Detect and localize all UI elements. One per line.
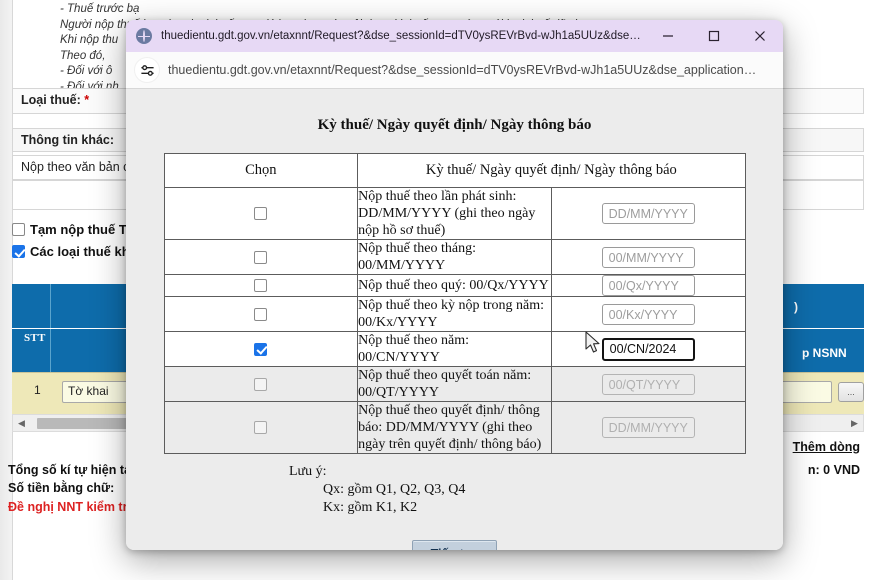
nop-theo-van-ban-text: Nộp theo văn bản c <box>21 160 130 174</box>
modal-heading: Kỳ thuế/ Ngày quyết định/ Ngày thông báo <box>317 117 592 133</box>
them-dong-link[interactable]: Thêm dòng <box>793 440 860 454</box>
checkbox-checked-icon[interactable] <box>12 245 25 258</box>
globe-favicon-icon <box>136 28 152 44</box>
window-title-bar[interactable]: thuedientu.gdt.gov.vn/etaxnnt/Request?&d… <box>126 20 783 52</box>
notes-line-kx: Kx: gồm K1, K2 <box>323 500 418 515</box>
tax-period-table: Chọn Kỳ thuế/ Ngày quyết định/ Ngày thôn… <box>163 153 746 454</box>
table-row[interactable]: Nộp thuế theo quý: 00/Qx/YYYY 00/Qx/YYYY <box>163 274 746 297</box>
table-row[interactable]: Nộp thuế theo quyết định/ thông báo: DD/… <box>163 401 746 454</box>
mouse-cursor-icon <box>585 331 600 353</box>
table-row[interactable]: Nộp thuế theo lần phát sinh: DD/MM/YYYY … <box>163 187 746 240</box>
grid-column-stt: STT <box>24 332 46 344</box>
date-input-quyet-dinh-thong-bao[interactable]: DD/MM/YYYY <box>601 417 695 438</box>
row-select-cell[interactable] <box>163 274 359 297</box>
checkbox-tam-nop-thue-tncn[interactable]: Tạm nộp thuế TN <box>12 222 136 237</box>
th-chon: Chọn <box>163 153 359 188</box>
row-description: Nộp thuế theo tháng: 00/MM/YYYY <box>357 239 552 275</box>
table-row[interactable]: Nộp thuế theo quyết toán năm: 00/QT/YYYY… <box>163 366 746 402</box>
notes-line-qx: Qx: gồm Q1, Q2, Q3, Q4 <box>323 482 466 497</box>
checkbox-unchecked-icon[interactable] <box>12 223 25 236</box>
close-icon <box>755 31 765 41</box>
row-checkbox-quyet-toan-nam[interactable] <box>254 377 268 391</box>
thong-tin-khac-label: Thông tin khác: <box>21 133 115 147</box>
maximize-icon <box>708 30 720 42</box>
scroll-right-arrow-icon[interactable]: ▶ <box>849 418 860 429</box>
row-select-cell[interactable] <box>163 331 359 367</box>
modal-content-area: Kỳ thuế/ Ngày quyết định/ Ngày thông báo… <box>126 89 783 550</box>
scroll-left-arrow-icon[interactable]: ◀ <box>16 418 27 429</box>
row-select-cell[interactable] <box>163 187 359 240</box>
required-marker: * <box>84 93 90 107</box>
row-description: Nộp thuế theo quyết định/ thông báo: DD/… <box>357 401 552 454</box>
grid-column-header-right-2: p NSNN <box>802 346 847 360</box>
address-bar-url: thuedientu.gdt.gov.vn/etaxnnt/Request?&d… <box>168 63 757 77</box>
row-input-cell[interactable]: 00/Qx/YYYY <box>550 274 746 297</box>
row-description: Nộp thuế theo năm: 00/CN/YYYY <box>357 331 552 367</box>
row-description: Nộp thuế theo quyết toán năm: 00/QT/YYYY <box>357 366 552 402</box>
row-select-cell[interactable] <box>163 239 359 275</box>
row-select-cell[interactable] <box>163 296 359 332</box>
date-input-thang[interactable]: 00/MM/YYYY <box>601 246 695 268</box>
browser-popup-window: thuedientu.gdt.gov.vn/etaxnnt/Request?&d… <box>126 20 783 550</box>
screen-root: - Thuế trước bạ Người nộp thuế lựa chọn … <box>0 0 874 580</box>
row-input-cell[interactable]: DD/MM/YYYY <box>550 401 746 454</box>
table-row[interactable]: Nộp thuế theo năm: 00/CN/YYYY 00/CN/2024 <box>163 331 746 367</box>
table-header-row: Chọn Kỳ thuế/ Ngày quyết định/ Ngày thôn… <box>163 153 746 188</box>
row-description: Nộp thuế theo quý: 00/Qx/YYYY <box>357 274 552 297</box>
row-checkbox-thang[interactable] <box>254 250 268 264</box>
loai-thue-label: Loại thuế: * <box>21 93 90 107</box>
tien-vnd-value: n: 0 VND <box>807 463 860 477</box>
date-input-quy[interactable]: 00/Qx/YYYY <box>601 275 695 296</box>
table-head: Chọn Kỳ thuế/ Ngày quyết định/ Ngày thôn… <box>163 153 746 188</box>
close-button[interactable] <box>737 20 783 52</box>
minimize-icon <box>663 35 673 37</box>
row-input-cell[interactable]: DD/MM/YYYY <box>550 187 746 240</box>
row-select-cell[interactable] <box>163 366 359 402</box>
table-row[interactable]: Nộp thuế theo tháng: 00/MM/YYYY 00/MM/YY… <box>163 239 746 275</box>
th-period: Kỳ thuế/ Ngày quyết định/ Ngày thông báo <box>357 153 746 188</box>
window-title-text: thuedientu.gdt.gov.vn/etaxnnt/Request?&d… <box>161 30 641 42</box>
window-controls <box>645 20 783 52</box>
row-input-cell[interactable]: 00/MM/YYYY <box>550 239 746 275</box>
date-input-nam[interactable]: 00/CN/2024 <box>601 337 695 361</box>
notes-block: Lưu ý: Qx: gồm Q1, Q2, Q3, Q4 Kx: gồm K1… <box>289 463 783 517</box>
table-body: Nộp thuế theo lần phát sinh: DD/MM/YYYY … <box>163 187 746 454</box>
checkbox-cac-loai-label: Các loại thuế khá <box>30 244 137 259</box>
continue-button[interactable]: Tiếp tục <box>411 540 498 550</box>
checkbox-cac-loai-thue-khac[interactable]: Các loại thuế khá <box>12 244 137 259</box>
row-checkbox-ky-nop-trong-nam[interactable] <box>254 307 268 321</box>
row-description: Nộp thuế theo lần phát sinh: DD/MM/YYYY … <box>357 187 552 240</box>
row-input-cell[interactable]: 00/QT/YYYY <box>550 366 746 402</box>
note-line-1: - Thuế trước bạ <box>60 3 140 15</box>
so-tien-bang-chu-label: Số tiền bằng chữ: <box>8 481 115 495</box>
row-number: 1 <box>34 383 41 397</box>
maximize-button[interactable] <box>691 20 737 52</box>
row-input-cell[interactable]: 00/CN/2024 <box>550 331 746 367</box>
row-description: Nộp thuế theo kỳ nộp trong năm: 00/Kx/YY… <box>357 296 552 332</box>
modal-footer: Tiếp tục <box>126 540 783 550</box>
date-input-ky-nop-trong-nam[interactable]: 00/Kx/YYYY <box>601 303 695 325</box>
de-nghi-nnt-warning: Đề nghị NNT kiểm tra <box>8 500 135 514</box>
address-bar[interactable]: thuedientu.gdt.gov.vn/etaxnnt/Request?&d… <box>126 52 783 89</box>
date-input-quyet-toan-nam[interactable]: 00/QT/YYYY <box>601 373 695 395</box>
row-checkbox-lan-phat-sinh[interactable] <box>254 207 268 221</box>
row-input-cell[interactable]: 00/Kx/YYYY <box>550 296 746 332</box>
date-input-lan-phat-sinh[interactable]: DD/MM/YYYY <box>601 203 695 224</box>
row-select-cell[interactable] <box>163 401 359 454</box>
grid-column-header-right-1: ) <box>794 300 798 314</box>
table-row[interactable]: Nộp thuế theo kỳ nộp trong năm: 00/Kx/YY… <box>163 296 746 332</box>
minimize-button[interactable] <box>645 20 691 52</box>
tong-so-ki-tu-label: Tổng số kí tự hiện tại <box>8 463 135 477</box>
site-settings-icon[interactable] <box>134 57 160 83</box>
row-checkbox-nam[interactable] <box>254 342 268 356</box>
row-picker-button[interactable]: ... <box>838 382 864 402</box>
checkbox-tam-nop-label: Tạm nộp thuế TN <box>30 222 137 237</box>
row-checkbox-quy[interactable] <box>254 279 268 293</box>
row-checkbox-quyet-dinh-thong-bao[interactable] <box>254 421 268 435</box>
notes-title: Lưu ý: <box>289 464 327 479</box>
